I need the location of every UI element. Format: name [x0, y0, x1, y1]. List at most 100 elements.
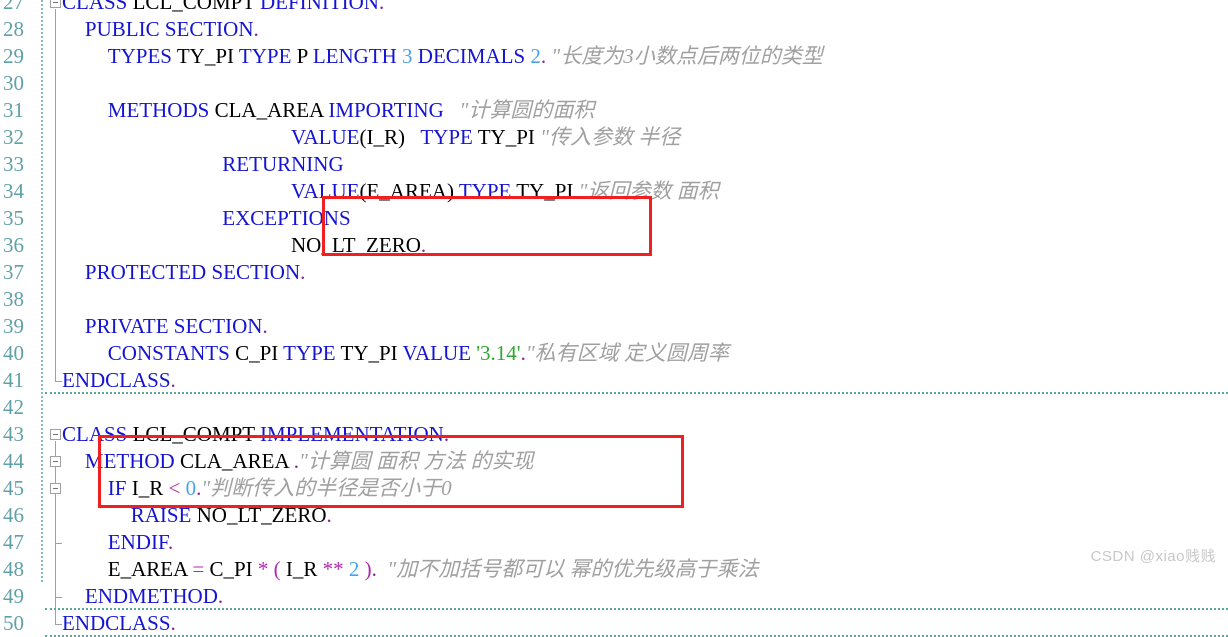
code-token-kw: IMPORTING [328, 98, 444, 122]
code-token-id: I_R [131, 476, 164, 500]
code-line[interactable]: ENDCLASS. [62, 610, 176, 637]
fold-end-marker [55, 381, 62, 382]
code-token-kw: PRIVATE SECTION [84, 314, 263, 338]
code-token-pct: . [217, 584, 224, 608]
code-token-num: 0 [185, 476, 197, 500]
code-token-kw: VALUE [291, 179, 360, 203]
watermark: CSDN @xiao贱贱 [1090, 548, 1216, 565]
line-number: 34 [3, 179, 24, 203]
code-token-op: = [192, 557, 205, 581]
code-token-kw: ENDCLASS [62, 611, 171, 635]
line-number: 31 [3, 98, 24, 122]
code-line[interactable]: VALUE(E_AREA) TYPE TY_PI "返回参数 面积 [291, 178, 719, 205]
code-token-pct: . [170, 611, 176, 635]
line-number: 30 [3, 71, 24, 95]
code-token-op: ** [322, 557, 344, 581]
fold-guide-line [55, 9, 56, 381]
code-token-kw: EXCEPTIONS [222, 206, 351, 230]
block-separator-line [45, 392, 1228, 394]
line-number: 41 [3, 368, 24, 392]
code-line[interactable]: METHODS CLA_AREA IMPORTING "计算圆的面积 [108, 97, 595, 124]
code-line[interactable]: NO_LT_ZERO. [291, 232, 426, 259]
code-token-kw: PROTECTED SECTION [84, 260, 301, 284]
code-token-op: ( [273, 557, 281, 581]
code-line[interactable]: ENDIF. [108, 529, 173, 556]
code-line[interactable]: EXCEPTIONS [222, 205, 350, 232]
code-token-id: LCL_COMPT [132, 0, 255, 14]
code-line[interactable]: CLASS LCL_COMPT IMPLEMENTATION. [62, 421, 449, 448]
code-token-id: E_AREA [107, 557, 188, 581]
code-editor[interactable]: 27 28 29 30 31 32 33 34 35 36 37 38 39 40 41 42 43 44 45 46… [0, 0, 1228, 637]
line-number: 40 [3, 341, 24, 365]
line-number: 36 [3, 233, 24, 257]
code-token-kw: ENDIF [107, 530, 168, 554]
code-line[interactable]: E_AREA = C_PI * ( I_R ** 2 ). "加不加括号都可以 … [108, 556, 759, 583]
code-token-id: ) [397, 125, 405, 149]
code-token-id: TY_PI [477, 125, 535, 149]
code-token-kw: TYPE [458, 179, 512, 203]
line-number: 50 [3, 611, 24, 635]
fold-collapse-icon[interactable] [50, 456, 61, 467]
fold-collapse-icon[interactable] [50, 483, 61, 494]
code-token-id: I_R [366, 125, 398, 149]
line-number: 42 [3, 395, 24, 419]
code-line[interactable]: ENDMETHOD. [85, 583, 223, 610]
code-token-kw: IF [107, 476, 127, 500]
line-number: 45 [3, 476, 24, 500]
fold-collapse-icon[interactable] [50, 429, 61, 440]
code-token-kw: CLASS [62, 422, 128, 446]
code-token-cmt: "计算圆的面积 [443, 98, 595, 122]
fold-collapse-icon[interactable] [50, 0, 61, 8]
code-line[interactable]: CONSTANTS C_PI TYPE TY_PI VALUE '3.14'."… [108, 340, 729, 367]
code-token-id: TY_PI [516, 179, 574, 203]
code-token-id: C_PI [209, 557, 253, 581]
code-line[interactable]: CLASS LCL_COMPT DEFINITION. [62, 0, 384, 16]
line-number: 46 [3, 503, 24, 527]
line-number: 43 [3, 422, 24, 446]
code-token-id: TY_PI [340, 341, 398, 365]
code-line[interactable]: PRIVATE SECTION. [85, 313, 268, 340]
code-token-kw: CLASS [62, 0, 128, 14]
line-number: 28 [3, 17, 24, 41]
code-token-cmt: "长度为3小数点后两位的类型 [546, 44, 823, 68]
code-line[interactable]: IF I_R < 0."判断传入的半径是否小于0 [108, 475, 452, 502]
code-token-num: 3 [402, 44, 413, 68]
code-token-kw: DECIMALS [417, 44, 526, 68]
code-token-kw: PUBLIC SECTION [84, 17, 254, 41]
code-token-pct: . [443, 422, 450, 446]
code-token-kw: TYPE [283, 341, 336, 365]
code-line[interactable]: PUBLIC SECTION. [85, 16, 259, 43]
code-line[interactable]: VALUE(I_R) TYPE TY_PI "传入参数 半径 [291, 124, 680, 151]
code-token-kw: METHODS [107, 98, 210, 122]
code-token-cmt: "返回参数 面积 [573, 179, 719, 203]
code-line[interactable]: ENDCLASS. [62, 367, 176, 394]
gutter-separator [41, 0, 43, 582]
code-token-kw: IMPLEMENTATION [260, 422, 444, 446]
line-number: 49 [3, 584, 24, 608]
code-token-pct: . [167, 530, 174, 554]
code-line[interactable]: RETURNING [222, 151, 343, 178]
code-token-str: '3.14' [476, 341, 521, 365]
code-token-id: I_R [285, 557, 318, 581]
code-token-num: 2 [530, 44, 541, 68]
line-number: 32 [3, 125, 24, 149]
code-token-kw: CONSTANTS [107, 341, 230, 365]
code-token-num: 2 [348, 557, 360, 581]
code-token-kw: TYPES [107, 44, 172, 68]
code-token-kw: RAISE [130, 503, 192, 527]
code-token-kw: ENDCLASS [62, 368, 171, 392]
code-line[interactable]: RAISE NO_LT_ZERO. [131, 502, 332, 529]
fold-guide-line [55, 495, 56, 543]
code-token-id: CLA_AREA [214, 98, 324, 122]
fold-end-marker [55, 543, 62, 544]
line-number: 27 [3, 0, 24, 14]
code-token-cmt: "计算圆 面积 方法 的实现 [298, 449, 534, 473]
code-line[interactable]: METHOD CLA_AREA ."计算圆 面积 方法 的实现 [85, 448, 534, 475]
code-line[interactable]: TYPES TY_PI TYPE P LENGTH 3 DECIMALS 2. … [108, 43, 823, 70]
code-line[interactable]: PROTECTED SECTION. [85, 259, 306, 286]
code-token-pct: . [378, 0, 385, 14]
code-token-id: LCL_COMPT [132, 422, 255, 446]
code-token-pct: . [420, 233, 427, 257]
code-token-op: < [168, 476, 181, 500]
code-token-kw: LENGTH [312, 44, 397, 68]
